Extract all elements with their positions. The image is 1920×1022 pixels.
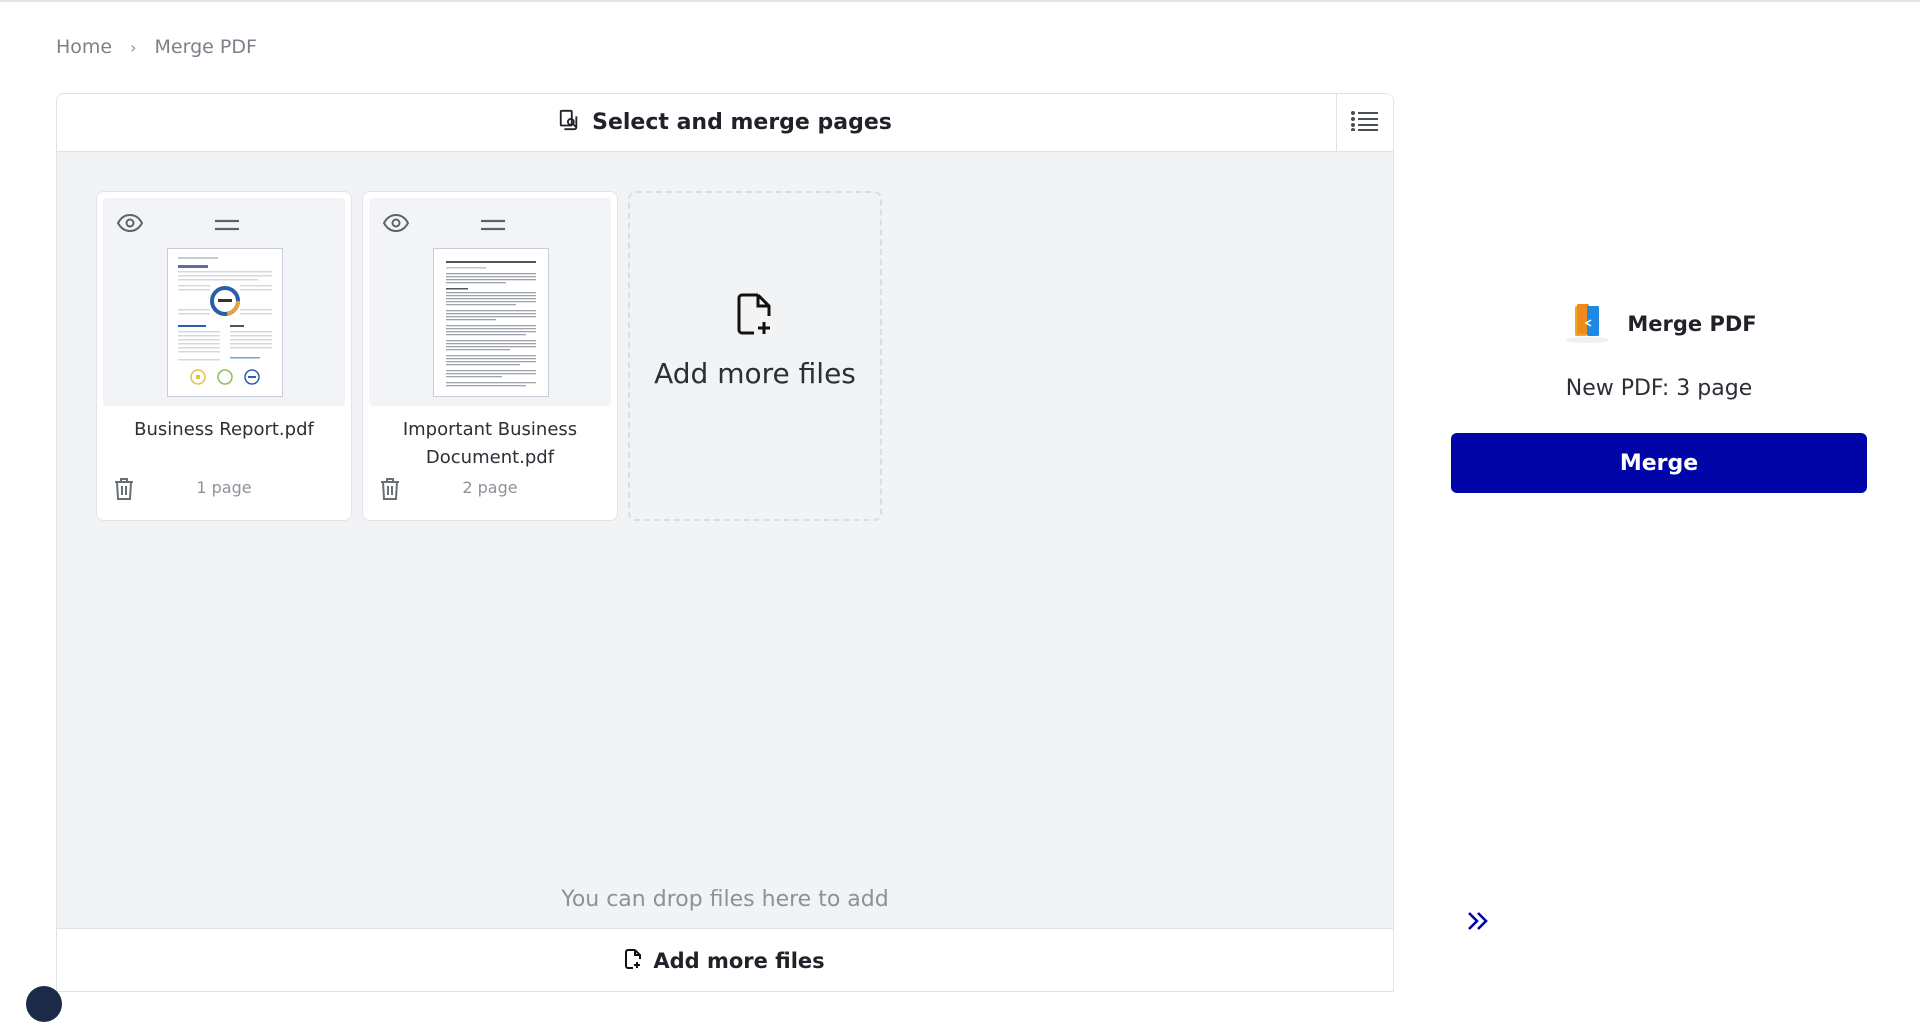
- thumbnail-area: [369, 198, 611, 406]
- drop-hint: You can drop files here to add: [561, 887, 889, 912]
- file-card[interactable]: Important Business Document.pdf 2 page: [362, 191, 618, 521]
- eye-icon[interactable]: [382, 213, 410, 236]
- add-more-files-card[interactable]: Add more files: [628, 191, 882, 521]
- breadcrumb-current: Merge PDF: [154, 36, 257, 58]
- double-chevron-right-icon[interactable]: [1466, 910, 1490, 936]
- top-divider: [0, 0, 1920, 2]
- chat-launcher[interactable]: [26, 986, 62, 1022]
- add-more-files-footer-label: Add more files: [653, 949, 825, 973]
- select-pages-icon: [558, 109, 580, 137]
- tool-name: Merge PDF: [1627, 312, 1757, 336]
- file-cards: Business Report.pdf 1 page Important Bus…: [96, 191, 882, 521]
- drag-handle-icon[interactable]: [215, 216, 239, 235]
- add-file-icon: [737, 293, 773, 339]
- eye-icon[interactable]: [116, 213, 144, 236]
- workspace-header: Select and merge pages: [57, 94, 1393, 152]
- workspace-title: Select and merge pages: [558, 109, 892, 137]
- merge-panel: Merge PDF New PDF: 3 page Merge: [1451, 300, 1867, 493]
- breadcrumb-separator: ›: [130, 37, 137, 57]
- page-thumbnail[interactable]: [167, 248, 283, 397]
- breadcrumb-home-link[interactable]: Home: [56, 36, 112, 58]
- thumbnail-area: [103, 198, 345, 406]
- list-view-button[interactable]: [1336, 94, 1393, 151]
- page-count: 1 page: [196, 478, 252, 497]
- add-more-files-footer-button[interactable]: Add more files: [57, 928, 1393, 991]
- page-thumbnail[interactable]: [433, 248, 549, 397]
- add-file-icon: [625, 948, 642, 974]
- merge-button[interactable]: Merge: [1451, 433, 1867, 493]
- breadcrumb: Home › Merge PDF: [56, 36, 257, 58]
- workspace-title-text: Select and merge pages: [592, 110, 892, 135]
- file-name: Important Business Document.pdf: [402, 419, 578, 468]
- file-card[interactable]: Business Report.pdf 1 page: [96, 191, 352, 521]
- drag-handle-icon[interactable]: [481, 216, 505, 235]
- tool-header: Merge PDF: [1451, 300, 1867, 348]
- file-name: Business Report.pdf: [134, 419, 314, 440]
- new-pdf-summary: New PDF: 3 page: [1565, 376, 1753, 401]
- page-count: 2 page: [462, 478, 518, 497]
- merge-pdf-logo-icon: [1561, 300, 1613, 348]
- list-view-icon: [1351, 110, 1379, 135]
- merge-workspace: Select and merge pages Business Report.p…: [56, 93, 1394, 992]
- add-more-files-label: Add more files: [654, 357, 856, 390]
